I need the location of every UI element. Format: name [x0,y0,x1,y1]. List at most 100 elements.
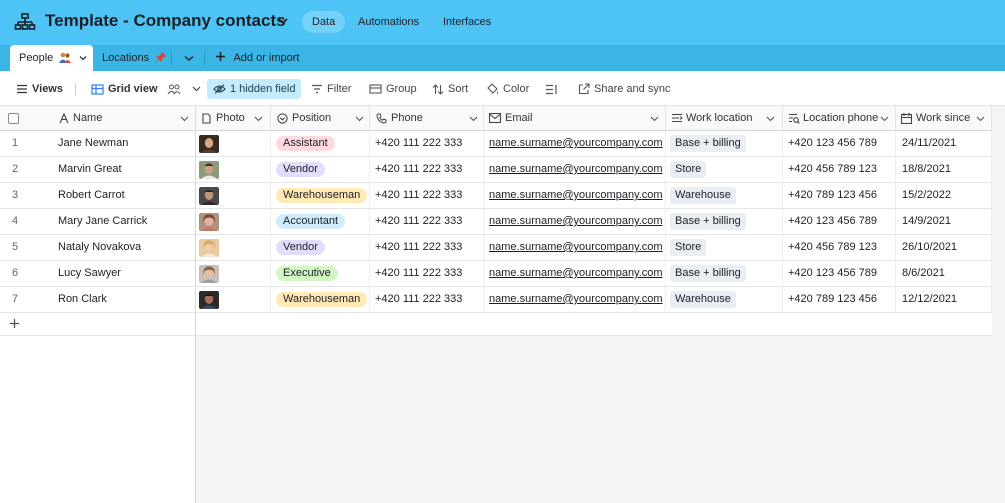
column-header-location-phone[interactable]: Location phone [783,106,896,131]
cell-name[interactable]: Robert Carrot [58,183,196,208]
avatar[interactable] [199,213,219,231]
cell-work-location[interactable]: Base + billing [666,209,783,234]
cell-location-phone[interactable]: +420 789 123 456 [783,287,896,312]
color-button[interactable]: Color [486,79,529,99]
table-tab-locations[interactable]: Locations [102,45,167,71]
email-link[interactable]: name.surname@yourcompany.com [489,137,663,149]
cell-work-since[interactable]: 12/12/2021 [896,287,992,312]
avatar[interactable] [199,187,219,205]
chevron-down-icon[interactable] [184,55,194,62]
hidden-fields-button[interactable]: 1 hidden field [207,79,302,99]
chevron-down-icon[interactable] [355,116,364,122]
linked-record-chip[interactable]: Store [670,161,707,178]
email-link[interactable]: name.surname@yourcompany.com [489,293,663,305]
add-record-row[interactable] [0,310,992,336]
cell-name[interactable]: Jane Newman [58,131,196,156]
chevron-down-icon[interactable] [766,116,775,122]
cell-location-phone[interactable]: +420 456 789 123 [783,235,896,260]
cell-phone[interactable]: +420 111 222 333 [370,183,484,208]
cell-phone[interactable]: +420 111 222 333 [370,287,484,312]
cell-work-location[interactable]: Warehouse [666,183,783,208]
table-row[interactable]: 3 Robert Carrot Warehouseman +420 111 22… [0,183,992,209]
tab-interfaces[interactable]: Interfaces [443,11,491,33]
column-header-position[interactable]: Position [271,106,370,131]
cell-location-phone[interactable]: +420 456 789 123 [783,157,896,182]
table-row[interactable]: 2 Marvin Great Vendor +420 111 222 333 n… [0,157,992,183]
cell-position[interactable]: Warehouseman [271,287,370,312]
filter-button[interactable]: Filter [311,79,351,99]
cell-email[interactable]: name.surname@yourcompany.com [484,209,666,234]
cell-name[interactable]: Lucy Sawyer [58,261,196,286]
cell-photo[interactable] [196,209,271,234]
cell-phone[interactable]: +420 111 222 333 [370,261,484,286]
tab-automations[interactable]: Automations [358,11,419,33]
cell-photo[interactable] [196,261,271,286]
cell-work-since[interactable]: 24/11/2021 [896,131,992,156]
cell-location-phone[interactable]: +420 123 456 789 [783,131,896,156]
cell-email[interactable]: name.surname@yourcompany.com [484,287,666,312]
plus-icon[interactable] [9,318,20,329]
chevron-down-icon[interactable] [650,116,659,122]
cell-work-location[interactable]: Base + billing [666,131,783,156]
cell-location-phone[interactable]: +420 123 456 789 [783,261,896,286]
cell-photo[interactable] [196,287,271,312]
cell-position[interactable]: Warehouseman [271,183,370,208]
chevron-down-icon[interactable] [880,116,889,122]
linked-record-chip[interactable]: Warehouse [670,187,736,204]
cell-name[interactable]: Marvin Great [58,157,196,182]
cell-email[interactable]: name.surname@yourcompany.com [484,235,666,260]
email-link[interactable]: name.surname@yourcompany.com [489,189,663,201]
column-header-name[interactable]: Name [0,106,196,131]
cell-position[interactable]: Vendor [271,235,370,260]
email-link[interactable]: name.surname@yourcompany.com [489,215,663,227]
cell-photo[interactable] [196,235,271,260]
share-and-sync-button[interactable]: Share and sync [578,79,670,99]
linked-record-chip[interactable]: Base + billing [670,213,746,230]
column-header-email[interactable]: Email [484,106,666,131]
cell-position[interactable]: Accountant [271,209,370,234]
grid-view-selector[interactable]: Grid view [91,79,205,99]
column-header-photo[interactable]: Photo [196,106,271,131]
cell-name[interactable]: Ron Clark [58,287,196,312]
row-height-button[interactable] [545,79,562,99]
email-link[interactable]: name.surname@yourcompany.com [489,267,663,279]
table-row[interactable]: 4 Mary Jane Carrick Accountant +420 111 … [0,209,992,235]
cell-work-location[interactable]: Store [666,235,783,260]
table-row[interactable]: 6 Lucy Sawyer Executive +420 111 222 333… [0,261,992,287]
cell-position[interactable]: Vendor [271,157,370,182]
cell-email[interactable]: name.surname@yourcompany.com [484,183,666,208]
column-header-work-location[interactable]: Work location [666,106,783,131]
email-link[interactable]: name.surname@yourcompany.com [489,241,663,253]
table-tab-people[interactable]: People [10,45,93,71]
cell-photo[interactable] [196,157,271,182]
cell-work-since[interactable]: 15/2/2022 [896,183,992,208]
cell-phone[interactable]: +420 111 222 333 [370,131,484,156]
select-all-checkbox[interactable] [8,113,19,124]
chevron-down-icon[interactable] [254,116,263,122]
cell-photo[interactable] [196,183,271,208]
views-button[interactable]: Views [16,79,63,99]
cell-work-location[interactable]: Warehouse [666,287,783,312]
cell-work-location[interactable]: Store [666,157,783,182]
sort-button[interactable]: Sort [432,79,468,99]
chevron-down-icon[interactable] [469,116,478,122]
linked-record-chip[interactable]: Store [670,239,707,256]
cell-location-phone[interactable]: +420 123 456 789 [783,209,896,234]
tab-data[interactable]: Data [302,11,346,33]
cell-email[interactable]: name.surname@yourcompany.com [484,131,666,156]
cell-phone[interactable]: +420 111 222 333 [370,209,484,234]
avatar[interactable] [199,265,219,283]
cell-position[interactable]: Executive [271,261,370,286]
cell-phone[interactable]: +420 111 222 333 [370,157,484,182]
email-link[interactable]: name.surname@yourcompany.com [489,163,663,175]
cell-email[interactable]: name.surname@yourcompany.com [484,157,666,182]
avatar[interactable] [199,161,219,179]
cell-work-since[interactable]: 18/8/2021 [896,157,992,182]
chevron-down-icon[interactable] [278,17,288,25]
table-row[interactable]: 5 Nataly Novakova Vendor +420 111 222 33… [0,235,992,261]
cell-work-location[interactable]: Base + billing [666,261,783,286]
cell-work-since[interactable]: 8/6/2021 [896,261,992,286]
cell-work-since[interactable]: 14/9/2021 [896,209,992,234]
add-or-import-button[interactable]: Add or import [215,45,299,71]
linked-record-chip[interactable]: Base + billing [670,265,746,282]
